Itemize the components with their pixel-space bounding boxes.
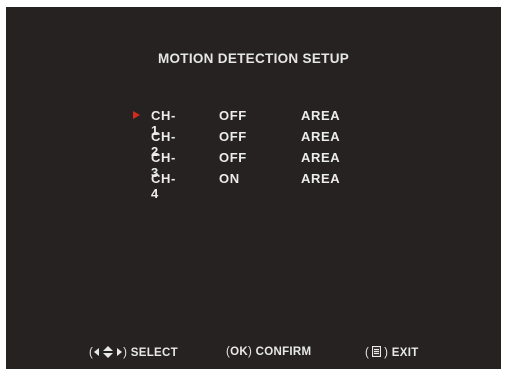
footer-confirm-hint: (OK) CONFIRM <box>226 346 312 358</box>
motion-state-value[interactable]: OFF <box>219 150 247 165</box>
motion-state-value[interactable]: OFF <box>219 108 247 123</box>
area-option[interactable]: AREA <box>301 108 340 123</box>
menu-key-icon <box>372 346 382 357</box>
footer-select-hint: ( ) SELECT <box>89 346 178 359</box>
motion-state-value[interactable]: OFF <box>219 129 247 144</box>
area-option[interactable]: AREA <box>301 150 340 165</box>
osd-screen: MOTION DETECTION SETUP CH-1 OFF AREA CH-… <box>6 7 501 369</box>
area-option[interactable]: AREA <box>301 129 340 144</box>
four-way-arrows-icon <box>94 346 123 358</box>
exit-hint-label: EXIT <box>391 347 419 359</box>
page-title: MOTION DETECTION SETUP <box>157 51 350 66</box>
select-hint-label: SELECT <box>130 347 178 359</box>
channel-label: CH-4 <box>151 171 176 201</box>
selection-cursor-icon <box>133 111 140 119</box>
ok-key-label: OK <box>230 346 248 358</box>
confirm-hint-label: CONFIRM <box>255 346 312 358</box>
area-option[interactable]: AREA <box>301 171 340 186</box>
motion-state-value[interactable]: ON <box>219 171 240 186</box>
footer-exit-hint: ( ) EXIT <box>365 346 419 359</box>
